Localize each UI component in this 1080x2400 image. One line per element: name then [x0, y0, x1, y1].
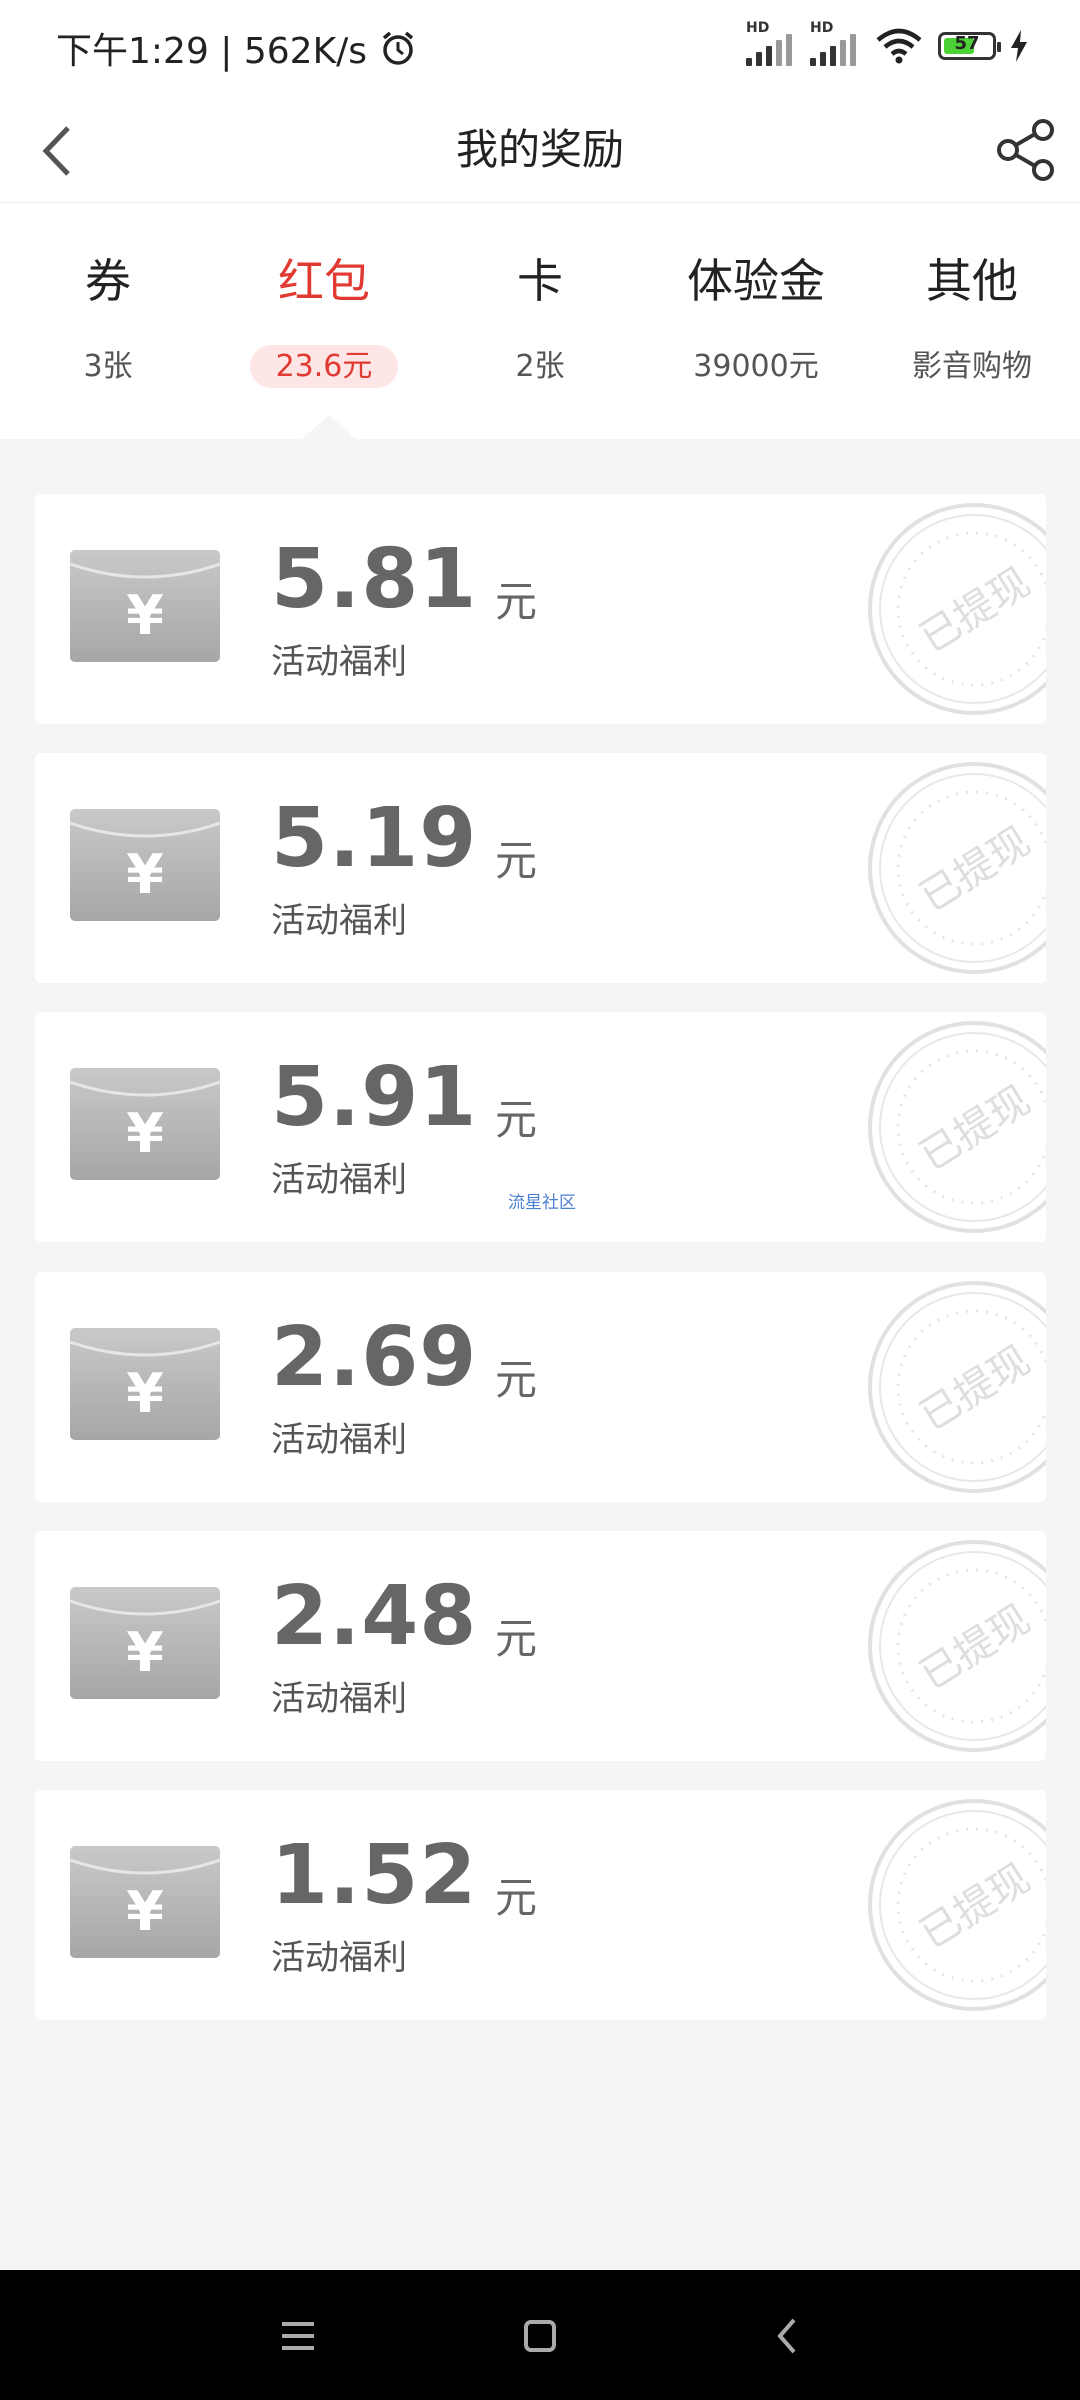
reward-card[interactable]: ¥ 2.69 元 活动福利 已提现: [35, 1272, 1046, 1502]
withdrawn-stamp: 已提现: [868, 762, 1046, 974]
red-packet-icon: ¥: [70, 1068, 220, 1180]
reward-description: 活动福利: [271, 1420, 407, 1460]
reward-card[interactable]: ¥ 2.48 元 活动福利 已提现: [35, 1531, 1046, 1761]
back-nav-icon[interactable]: [758, 2306, 818, 2366]
home-icon[interactable]: [510, 2306, 570, 2366]
system-nav-bar: [0, 2270, 1080, 2400]
svg-text:已提现: 已提现: [912, 1596, 1038, 1699]
status-left: 下午1:29 | 562K/s: [56, 22, 417, 74]
svg-text:已提现: 已提现: [912, 1855, 1038, 1958]
reward-amount: 2.69: [271, 1310, 478, 1405]
tab-cards[interactable]: 卡 2张: [432, 203, 648, 439]
svg-text:¥: ¥: [126, 584, 164, 647]
charging-icon: [1011, 30, 1027, 62]
red-packet-icon: ¥: [70, 1846, 220, 1958]
red-packet-icon: ¥: [70, 809, 220, 921]
red-packet-icon: ¥: [70, 1587, 220, 1699]
reward-description: 活动福利: [271, 1938, 407, 1978]
withdrawn-stamp: 已提现: [868, 1021, 1046, 1233]
red-packet-icon: ¥: [70, 1328, 220, 1440]
tab-label: 卡: [517, 254, 563, 308]
share-icon[interactable]: [988, 110, 1066, 188]
svg-text:¥: ¥: [126, 1621, 164, 1684]
status-right: HD HD 57: [746, 20, 1028, 66]
tab-label: 其他: [926, 254, 1018, 308]
reward-description: 活动福利: [271, 642, 407, 682]
signal-icon: HD: [810, 20, 860, 66]
status-bar: 下午1:29 | 562K/s HD HD 57: [0, 0, 1080, 96]
menu-icon[interactable]: [268, 2306, 328, 2366]
time-speed: 下午1:29 | 562K/s: [56, 31, 368, 72]
tab-trial-funds[interactable]: 体验金 39000元: [648, 203, 864, 439]
battery-icon: 57: [938, 32, 1001, 60]
page-title: 我的奖励: [455, 125, 624, 174]
red-packet-icon: ¥: [70, 550, 220, 662]
tab-sub: 2张: [515, 349, 565, 384]
svg-text:¥: ¥: [126, 843, 164, 906]
withdrawn-stamp: 已提现: [868, 503, 1046, 715]
reward-unit: 元: [495, 1095, 538, 1144]
tab-others[interactable]: 其他 影音购物: [864, 203, 1080, 439]
reward-card[interactable]: ¥ 5.19 元 活动福利 已提现: [35, 753, 1046, 983]
svg-text:已提现: 已提现: [912, 1337, 1038, 1440]
reward-card[interactable]: ¥ 1.52 元 活动福利 已提现: [35, 1790, 1046, 2020]
svg-text:已提现: 已提现: [912, 559, 1038, 662]
alarm-icon: [382, 31, 414, 65]
reward-unit: 元: [495, 1355, 538, 1404]
reward-amount: 1.52: [271, 1828, 478, 1923]
reward-amount: 5.91: [271, 1050, 478, 1145]
tab-label: 体验金: [687, 254, 825, 308]
tab-label: 券: [85, 254, 131, 308]
tab-coupons[interactable]: 券 3张: [0, 203, 216, 439]
tab-sub: 23.6元: [216, 341, 432, 388]
reward-unit: 元: [495, 836, 538, 885]
reward-description: 活动福利: [271, 1160, 407, 1200]
reward-amount: 5.19: [271, 791, 478, 886]
app-header: 我的奖励: [0, 96, 1080, 203]
tab-label: 红包: [278, 254, 370, 308]
tab-sub: 39000元: [693, 349, 819, 384]
svg-text:¥: ¥: [126, 1102, 164, 1165]
svg-text:已提现: 已提现: [912, 818, 1038, 921]
watermark-text: 流星社区: [508, 1193, 576, 1213]
withdrawn-stamp: 已提现: [868, 1540, 1046, 1752]
reward-unit: 元: [495, 577, 538, 626]
reward-description: 活动福利: [271, 901, 407, 941]
tab-sub: 3张: [83, 349, 133, 384]
reward-description: 活动福利: [271, 1679, 407, 1719]
svg-text:¥: ¥: [126, 1880, 164, 1943]
wifi-icon: [876, 28, 922, 64]
reward-amount: 2.48: [271, 1569, 478, 1664]
signal-icon: HD: [746, 20, 796, 66]
withdrawn-stamp: 已提现: [868, 1281, 1046, 1493]
svg-text:已提现: 已提现: [912, 1077, 1038, 1180]
reward-unit: 元: [495, 1614, 538, 1663]
tab-red-packets[interactable]: 红包 23.6元: [216, 203, 432, 439]
reward-unit: 元: [495, 1873, 538, 1922]
reward-tabs: 券 3张 红包 23.6元 卡 2张 体验金 39000元 其他 影音购物: [0, 203, 1080, 439]
svg-text:¥: ¥: [126, 1362, 164, 1425]
reward-amount: 5.81: [271, 532, 478, 627]
withdrawn-stamp: 已提现: [868, 1799, 1046, 2011]
tab-sub: 影音购物: [912, 349, 1032, 384]
reward-card[interactable]: ¥ 5.81 元 活动福利 已提现: [35, 494, 1046, 724]
